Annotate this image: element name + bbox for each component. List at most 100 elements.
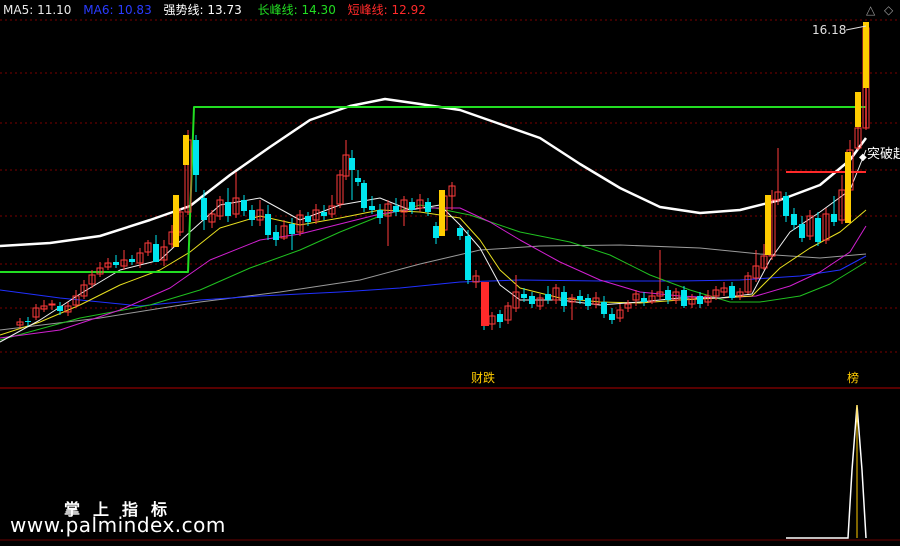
candle-body (609, 314, 615, 320)
legend-short-value: 12.92 (391, 3, 426, 17)
candle (536, 294, 544, 310)
legend-ma6-label: MA6: (83, 3, 114, 17)
breakout-diamond-icon: ◆ (859, 152, 867, 163)
candle (838, 175, 846, 224)
candle (249, 205, 255, 226)
candle (774, 148, 782, 205)
watermark-url: www.palmindex.com (10, 513, 226, 537)
candle-body (799, 224, 805, 238)
legend-ma5: MA5: 11.10 (3, 3, 71, 17)
candle-body (561, 292, 567, 306)
candle-body (193, 140, 199, 175)
candle (384, 200, 392, 246)
legend-ma6-value: 10.83 (117, 3, 152, 17)
candle-body (273, 232, 279, 240)
candle-body (129, 259, 135, 262)
candle (729, 282, 735, 300)
candle (545, 286, 551, 304)
candle-body (465, 236, 471, 280)
candle (361, 180, 367, 212)
candle (681, 286, 687, 308)
candle (120, 250, 128, 270)
candle-body (113, 262, 119, 265)
candle (393, 198, 399, 216)
legend-ma5-label: MA5: (3, 3, 34, 17)
candle-body (681, 290, 687, 306)
candle (791, 208, 797, 230)
candle-body (831, 214, 837, 222)
peak-marker (863, 22, 869, 32)
candle (136, 248, 144, 268)
candle-body (57, 306, 63, 311)
candle-body (545, 294, 551, 300)
candle (744, 272, 752, 294)
signal-label-left: 财跌 (471, 370, 495, 385)
chart-canvas[interactable]: ◆ 16.18 突破起 财跌 榜 (0, 0, 900, 546)
candle-body (321, 212, 327, 216)
candle (529, 292, 535, 308)
candle (799, 216, 805, 242)
candle (16, 318, 24, 328)
candle-body (48, 303, 56, 306)
candle-body (585, 298, 591, 306)
candle-body (201, 198, 207, 220)
candle-body (225, 202, 231, 216)
candle-body (529, 296, 535, 304)
candle-body (265, 214, 271, 235)
candle (504, 302, 512, 324)
legend-strong: 强势线: 13.73 (164, 3, 242, 17)
legend-ma5-value: 11.10 (37, 3, 72, 17)
candle (736, 288, 744, 300)
candle (616, 304, 624, 322)
candle (193, 135, 199, 192)
candle-body (497, 314, 503, 322)
candle (321, 205, 327, 220)
candle-body (355, 178, 361, 182)
candle (552, 284, 560, 304)
signal-bar (863, 28, 869, 88)
candle (336, 170, 344, 208)
candle (648, 290, 656, 304)
candle (377, 204, 383, 224)
candle (783, 192, 789, 222)
price-peak-label: 16.18 (812, 23, 846, 37)
candle (312, 204, 320, 224)
candle (265, 205, 271, 240)
legend-bar: MA5: 11.10 MA6: 10.83 强势线: 13.73 长峰线: 14… (3, 2, 434, 18)
triangle-up-icon[interactable]: △ (866, 3, 875, 17)
candle (457, 226, 463, 240)
candle-body (153, 244, 159, 262)
candle-body (377, 210, 383, 218)
candle (208, 210, 216, 228)
candle-body (409, 202, 415, 210)
candle (465, 230, 471, 284)
candle (656, 250, 664, 300)
legend-strong-label: 强势线: (163, 3, 204, 17)
candle (624, 300, 632, 312)
legend-long-value: 14.30 (301, 3, 336, 17)
legend-ma6: MA6: 10.83 (83, 3, 151, 17)
candle (433, 222, 439, 244)
candle-body (241, 200, 247, 211)
candle-body (393, 206, 399, 212)
candle (349, 150, 355, 200)
line-strong (0, 97, 868, 248)
candle-body (601, 302, 607, 314)
legend-short: 短峰线: 12.92 (348, 3, 426, 17)
candle (96, 262, 104, 277)
candle-body (783, 196, 789, 216)
candle (815, 212, 821, 246)
candle (48, 300, 56, 310)
candle (241, 195, 247, 216)
signal-bar (439, 190, 445, 236)
candle (296, 210, 304, 236)
candle (355, 170, 361, 186)
legend-short-label: 短峰线: (347, 3, 388, 17)
candle (160, 240, 168, 266)
candle (153, 235, 159, 262)
candle (144, 240, 152, 256)
candle-body (665, 290, 671, 300)
candle-body (289, 224, 295, 234)
diamond-icon[interactable]: ◇ (884, 3, 893, 17)
candle (216, 196, 224, 220)
